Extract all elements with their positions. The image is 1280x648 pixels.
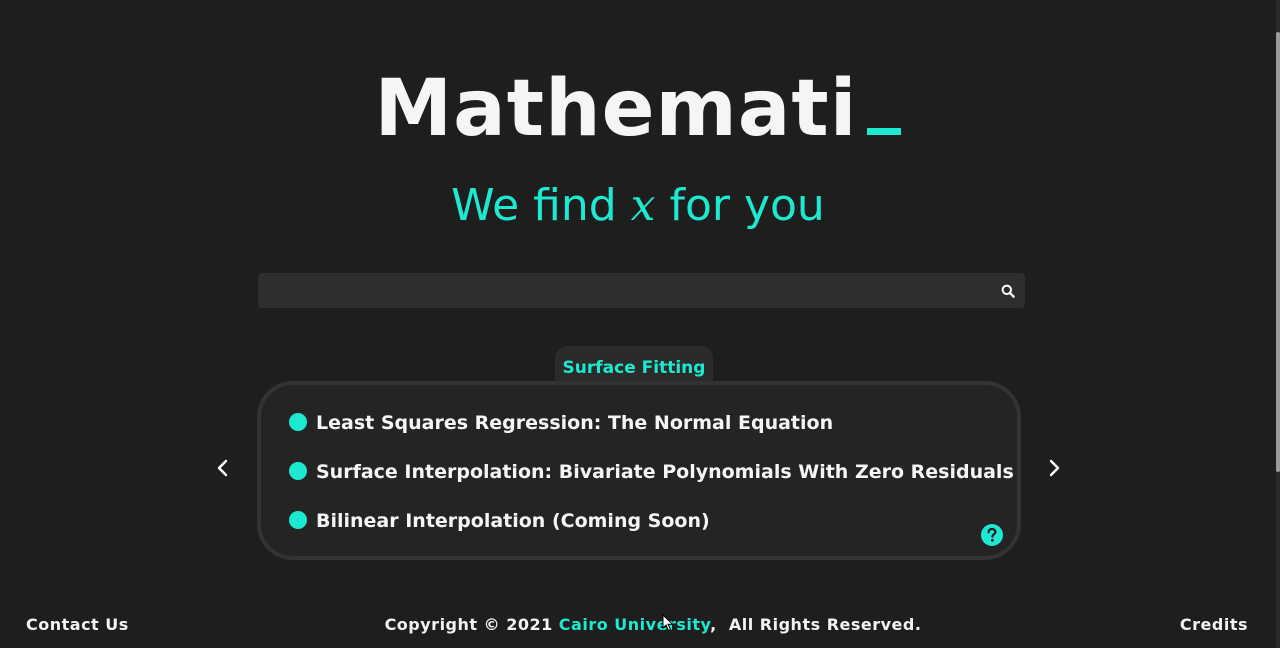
topic-item-label: Surface Interpolation: Bivariate Polynom… — [316, 461, 1014, 483]
help-icon[interactable] — [981, 524, 1003, 546]
tagline-before: We find — [451, 180, 631, 231]
page-scrollbar[interactable] — [1276, 0, 1280, 648]
tagline-variable: x — [630, 180, 656, 231]
site-logo: Mathemati — [0, 64, 1276, 154]
copyright-notice: Copyright © 2021 Cairo University, All R… — [0, 614, 1280, 636]
credits-link[interactable]: Credits — [1180, 614, 1248, 636]
search-input[interactable] — [258, 273, 978, 308]
copyright-suffix: , All Rights Reserved. — [710, 615, 922, 634]
copyright-prefix: Copyright © 2021 — [384, 615, 559, 634]
topic-item-bilinear-interpolation[interactable]: Bilinear Interpolation (Coming Soon) — [289, 506, 710, 536]
search-icon[interactable] — [1001, 284, 1015, 298]
brand-cursor-underscore — [867, 128, 902, 135]
topic-item-label: Bilinear Interpolation (Coming Soon) — [316, 510, 710, 532]
topic-item-surface-interpolation[interactable]: Surface Interpolation: Bivariate Polynom… — [289, 457, 1014, 487]
topic-item-label: Least Squares Regression: The Normal Equ… — [316, 412, 834, 434]
university-link[interactable]: Cairo University — [559, 615, 710, 634]
bullet-icon — [289, 413, 307, 431]
mouse-pointer-icon — [662, 614, 674, 632]
scrollbar-thumb[interactable] — [1276, 32, 1280, 472]
bullet-icon — [289, 462, 307, 480]
brand-text: Mathemati — [374, 64, 858, 154]
tagline: We find x for you — [0, 178, 1276, 234]
tagline-after: for you — [655, 180, 825, 231]
chevron-right-icon[interactable] — [1044, 458, 1064, 478]
search-bar — [258, 273, 1025, 308]
topic-card: Least Squares Regression: The Normal Equ… — [257, 381, 1021, 560]
category-title-tab: Surface Fitting — [555, 346, 713, 386]
topic-item-least-squares[interactable]: Least Squares Regression: The Normal Equ… — [289, 408, 833, 438]
bullet-icon — [289, 511, 307, 529]
chevron-left-icon[interactable] — [213, 458, 233, 478]
